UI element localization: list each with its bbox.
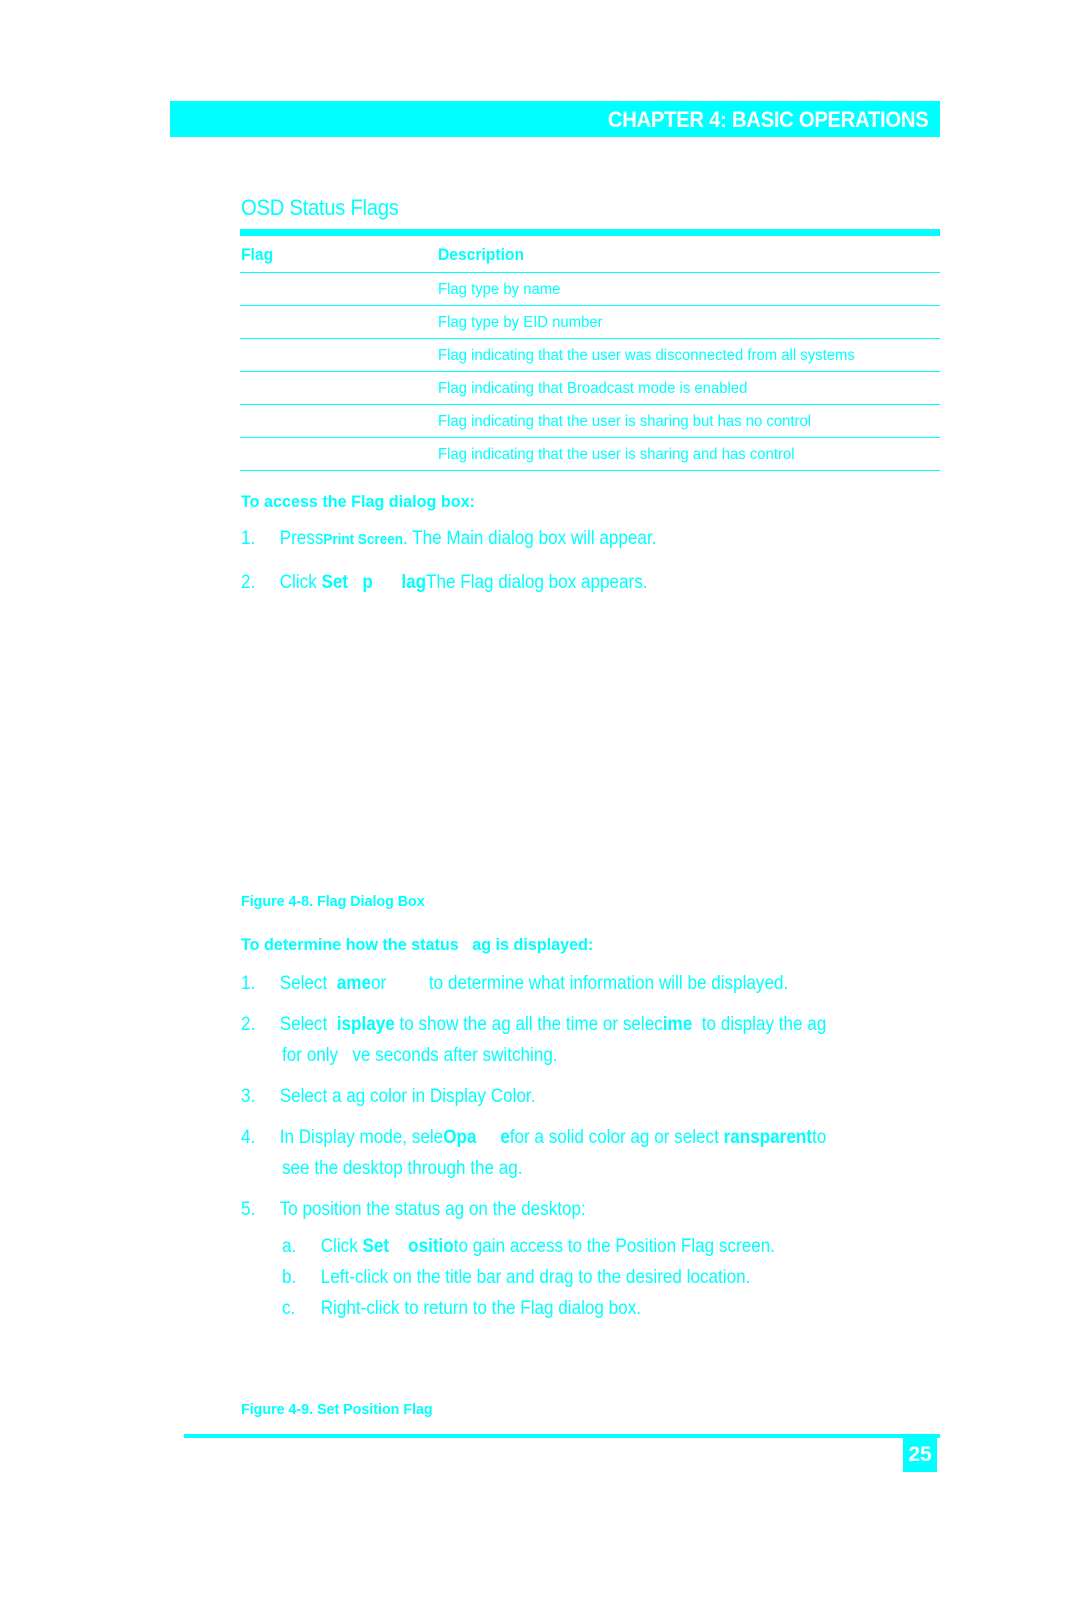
page-number-box: 25 (903, 1438, 937, 1472)
step-number: 1. (241, 973, 256, 994)
description-cell: Flag type by EID number (438, 314, 603, 331)
timed-option-label: ime (662, 1014, 693, 1035)
section-rule (240, 229, 940, 236)
chapter-title: CHAPTER 4: BASIC OPERATIONS (607, 107, 928, 132)
table-row: Flag indicating that the user is sharing… (240, 438, 940, 471)
chapter-header-bar: CHAPTER 4: BASIC OPERATIONS (170, 101, 940, 137)
display-step-1: 1. Select ameor to determine what inform… (241, 973, 889, 999)
step-text-part: Select (279, 973, 337, 994)
access-step-2: 2. Click Set p lagThe Flag dialog box ap… (241, 572, 871, 598)
step-text-part: The Flag dialog box appears. (426, 572, 648, 593)
column-header-description: Description (438, 245, 525, 264)
step-text: To position the status ag on the desktop… (279, 1199, 586, 1220)
step-text-part: In Display mode, sele (279, 1127, 444, 1148)
display-step-4-continuation: see the desktop through the ag. (282, 1158, 523, 1179)
step-number: 4. (241, 1127, 256, 1148)
step-number: 3. (241, 1086, 256, 1107)
step-text: PressPrint Screen. The Main dialog box w… (280, 528, 657, 550)
step-text: Select a ag color in Display Color. (279, 1086, 536, 1107)
step-number: 2. (241, 572, 256, 593)
step-text-part: Click (320, 1236, 363, 1257)
display-step-2: 2. Select isplaye to show the ag all the… (241, 1014, 925, 1040)
table-row: Flag indicating that the user is sharing… (240, 405, 940, 438)
name-option-label: ame (336, 973, 371, 994)
display-step-5: 5. To position the status ag on the desk… (241, 1199, 889, 1225)
step-text-part: for a solid color ag or select (509, 1127, 724, 1148)
description-cell: Flag type by name (438, 281, 561, 298)
flags-table: Flag Description Flag type by name Flag … (240, 238, 940, 471)
page-number: 25 (908, 1443, 932, 1466)
step-text: Click Set p lagThe Flag dialog box appea… (280, 572, 648, 594)
step-number: 1. (241, 528, 256, 549)
step-text-part: to display the ag (692, 1014, 827, 1035)
section-title: OSD Status Flags (241, 195, 399, 220)
description-cell: Flag indicating that the user is sharing… (438, 413, 812, 430)
step-text: Select ameor to determine what informati… (280, 973, 789, 995)
display-substep-c: c. Right-click to return to the Flag dia… (282, 1298, 894, 1324)
figure-4-9-caption: Figure 4-9. Set Position Flag (241, 1401, 433, 1418)
description-cell: Flag indicating that Broadcast mode is e… (438, 380, 748, 397)
display-step-4: 4. In Display mode, seleOpa efor a solid… (241, 1127, 925, 1153)
display-substep-a: a. Click Set ositioto gain access to the… (282, 1236, 894, 1262)
access-step-1: 1. PressPrint Screen. The Main dialog bo… (241, 528, 871, 554)
display-step-2-continuation: for only ve seconds after switching. (282, 1045, 558, 1066)
table-header-row: Flag Description (240, 238, 940, 273)
step-text-part: or to determine what information will be… (370, 973, 789, 994)
figure-4-9-image-area (241, 1330, 941, 1395)
description-cell: Flag indicating that the user was discon… (438, 347, 855, 364)
transparent-option-label: ransparent (723, 1127, 812, 1148)
table-row: Flag type by name (240, 273, 940, 306)
step-text-part: Select (279, 1014, 337, 1035)
step-number: 5. (241, 1199, 256, 1220)
step-text: Left-click on the title bar and drag to … (320, 1267, 751, 1288)
substep-letter: a. (282, 1236, 297, 1257)
step-text-part: . The Main dialog box will appear. (402, 528, 657, 549)
figure-4-8-caption: Figure 4-8. Flag Dialog Box (241, 893, 425, 910)
description-cell: Flag indicating that the user is sharing… (438, 446, 795, 463)
step-text-part: Press (279, 528, 324, 549)
set-position-label: Set ositio (362, 1236, 454, 1257)
substep-letter: c. (282, 1298, 296, 1319)
table-row: Flag indicating that Broadcast mode is e… (240, 372, 940, 405)
table-row: Flag indicating that the user was discon… (240, 339, 940, 372)
step-text: Right-click to return to the Flag dialog… (320, 1298, 642, 1319)
step-number: 2. (241, 1014, 256, 1035)
substep-letter: b. (282, 1267, 297, 1288)
step-text-part: to (811, 1127, 827, 1148)
display-procedure-heading: To determine how the status ag is displa… (241, 935, 594, 954)
access-procedure-heading: To access the Flag dialog box: (241, 492, 475, 511)
display-step-3: 3. Select a ag color in Display Color. (241, 1086, 889, 1112)
table-row: Flag type by EID number (240, 306, 940, 339)
print-screen-key: Print Screen (323, 531, 403, 548)
display-substep-b: b. Left-click on the title bar and drag … (282, 1267, 894, 1293)
step-text: Select isplaye to show the ag all the ti… (280, 1014, 827, 1036)
step-text: In Display mode, seleOpa efor a solid co… (280, 1127, 827, 1149)
step-text-part: to show the ag all the time or selec (394, 1014, 663, 1035)
step-text: Click Set ositioto gain access to the Po… (321, 1236, 775, 1258)
footer-rule (184, 1434, 940, 1438)
setup-flag-label: Set p lag (321, 572, 427, 593)
step-text-part: Click (279, 572, 322, 593)
column-header-flag: Flag (241, 245, 274, 264)
figure-4-8-image-area (241, 610, 941, 880)
opaque-option-label: Opa e (443, 1127, 510, 1148)
displayed-option-label: isplaye (336, 1014, 395, 1035)
step-text-part: to gain access to the Position Flag scre… (453, 1236, 776, 1257)
